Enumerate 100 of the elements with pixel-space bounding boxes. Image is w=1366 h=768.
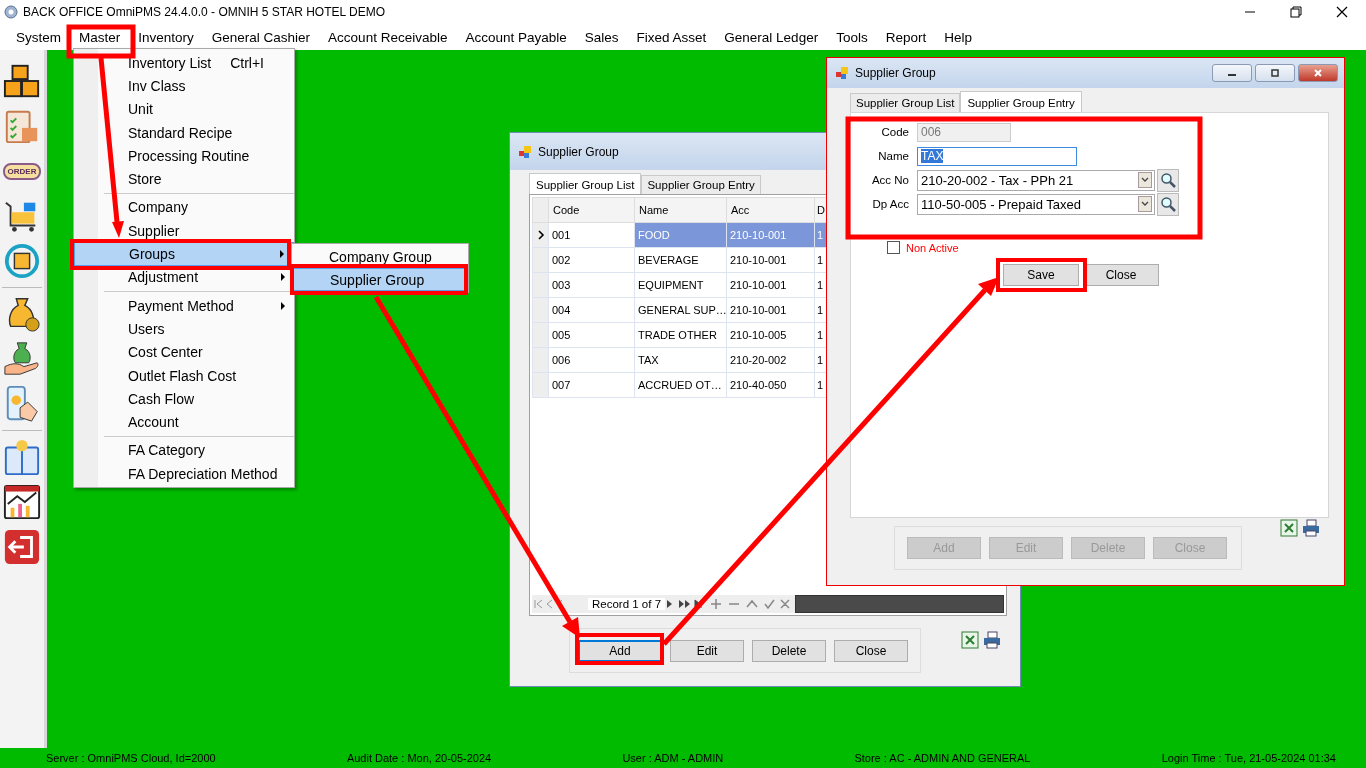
- menu-item[interactable]: Tools: [828, 27, 876, 47]
- menu-item[interactable]: FA Depreciation Method: [74, 462, 294, 486]
- dialog-button[interactable]: Close: [834, 640, 908, 662]
- table-cell: 007: [548, 372, 635, 398]
- tab[interactable]: Supplier Group List: [850, 93, 961, 112]
- ledger-book-icon[interactable]: [3, 438, 41, 476]
- table-cell: TRADE OTHER: [634, 322, 727, 348]
- menu-item[interactable]: Supplier: [74, 219, 294, 243]
- dialog-title: Supplier Group: [855, 66, 936, 80]
- menu-item[interactable]: Sales: [576, 27, 627, 47]
- menu-item[interactable]: Adjustment: [74, 265, 294, 289]
- search-button[interactable]: [1157, 192, 1179, 216]
- account-dropdown[interactable]: 110-50-005 - Prepaid Taxed: [917, 193, 1155, 215]
- menu-item[interactable]: Inv Class: [74, 74, 294, 98]
- maximize-icon: [1269, 69, 1281, 77]
- window-icon: [835, 66, 849, 80]
- record-counter: Record 1 of 7: [588, 598, 666, 610]
- spreadsheet-icon[interactable]: [1280, 519, 1298, 537]
- boxes-icon[interactable]: [3, 62, 41, 100]
- menu-item[interactable]: Inventory List Ctrl+I: [74, 51, 294, 75]
- restore-icon[interactable]: [1290, 6, 1302, 18]
- search-button[interactable]: [1157, 168, 1179, 192]
- printer-icon[interactable]: [1302, 519, 1320, 537]
- column-header[interactable]: Code: [548, 197, 635, 223]
- table-cell: GENERAL SUP…: [634, 297, 727, 323]
- field-label: Name: [877, 150, 909, 162]
- spreadsheet-icon[interactable]: [961, 630, 979, 649]
- menu-item[interactable]: General Ledger: [716, 27, 827, 47]
- table-cell: 210-40-050: [726, 372, 815, 398]
- menu-item[interactable]: Company: [74, 195, 294, 220]
- menu-item[interactable]: Help: [936, 27, 980, 47]
- menu-item[interactable]: System: [8, 27, 69, 47]
- menu-item[interactable]: Payment Method: [74, 293, 294, 318]
- dialog-button[interactable]: Edit: [670, 640, 744, 662]
- dialog-button[interactable]: Delete: [752, 640, 826, 662]
- status-text: Store : AC - ADMIN AND GENERAL: [854, 752, 1031, 764]
- menu-item[interactable]: Unit: [74, 97, 294, 121]
- menu-item[interactable]: Account Receivable: [320, 27, 456, 47]
- menu-item[interactable]: Account Payable: [457, 27, 575, 47]
- field-label: Dp Acc: [871, 198, 909, 210]
- menu-item[interactable]: Report: [877, 27, 935, 47]
- table-cell: 004: [548, 297, 635, 323]
- close-icon: [1312, 69, 1324, 77]
- table-cell: 210-10-001: [726, 222, 815, 248]
- column-header[interactable]: D: [814, 197, 826, 223]
- menu-item[interactable]: Users: [74, 317, 294, 341]
- hand-money-icon[interactable]: [3, 340, 41, 378]
- menu-item[interactable]: Account: [74, 410, 294, 434]
- printer-icon[interactable]: [983, 630, 1001, 649]
- line-chart-icon[interactable]: [3, 483, 41, 521]
- status-text: Login Time : Tue, 21-05-2024 01:34: [1161, 752, 1336, 764]
- menu-item[interactable]: Master: [71, 27, 129, 47]
- window-title: BACK OFFICE OmniPMS 24.4.0.0 - OMNIH 5 STAR HOTEL DEMO: [23, 5, 387, 19]
- exit-icon[interactable]: [3, 528, 41, 566]
- table-cell: 001: [548, 222, 635, 248]
- status-text: Server : OmniPMS Cloud, Id=2000: [46, 752, 216, 764]
- menu-item[interactable]: Company Group: [292, 245, 468, 268]
- dialog-button[interactable]: Save: [1003, 264, 1079, 286]
- close-icon[interactable]: [1336, 6, 1348, 18]
- row-indicator[interactable]: [532, 222, 549, 248]
- highlight-frame: [66, 24, 136, 59]
- field-label: Acc No: [870, 174, 909, 186]
- column-header[interactable]: Name: [634, 197, 727, 223]
- order-badge[interactable]: ORDER: [2, 162, 42, 180]
- menu-item[interactable]: Outlet Flash Cost: [74, 363, 294, 388]
- refresh-box-icon[interactable]: [3, 242, 41, 280]
- menu-item[interactable]: Inventory: [130, 27, 202, 47]
- column-header[interactable]: Acc: [726, 197, 815, 223]
- app-logo-icon: [4, 5, 18, 19]
- checkbox[interactable]: [887, 241, 900, 254]
- minimize-button[interactable]: [1212, 64, 1252, 82]
- tab[interactable]: Supplier Group List: [529, 173, 642, 194]
- table-cell: 002: [548, 247, 635, 273]
- menu-item[interactable]: Processing Routine: [74, 144, 294, 168]
- scroll-bar[interactable]: [795, 595, 1004, 613]
- table-cell: BEVERAGE: [634, 247, 727, 273]
- menu-item[interactable]: Standard Recipe: [74, 120, 294, 145]
- menu-item[interactable]: Store: [74, 167, 294, 191]
- menu-item[interactable]: FA Category: [74, 438, 294, 463]
- menu-item[interactable]: Cost Center: [74, 340, 294, 364]
- menu-item[interactable]: Cash Flow: [74, 387, 294, 411]
- name-field[interactable]: TAX: [917, 146, 1077, 166]
- tab[interactable]: Supplier Group Entry: [641, 175, 761, 194]
- table-cell: 210-20-002: [726, 347, 815, 373]
- table-cell: 003: [548, 272, 635, 298]
- close-button[interactable]: [1298, 64, 1338, 82]
- dialog-title: Supplier Group: [538, 144, 619, 159]
- table-cell: 210-10-001: [726, 247, 815, 273]
- table-cell: 210-10-001: [726, 297, 815, 323]
- table-cell: TAX: [634, 347, 727, 373]
- menu-item[interactable]: General Cashier: [203, 27, 319, 47]
- table-cell: 210-10-001: [726, 272, 815, 298]
- tab[interactable]: Supplier Group Entry: [960, 91, 1082, 112]
- maximize-button[interactable]: [1255, 64, 1295, 82]
- dialog-button[interactable]: Add: [578, 640, 662, 662]
- table-cell: 1: [814, 222, 826, 248]
- table-cell: ACCRUED OT…: [634, 372, 727, 398]
- menu-item[interactable]: Fixed Asset: [628, 27, 715, 47]
- account-dropdown[interactable]: 210-20-002 - Tax - PPh 21: [917, 169, 1155, 191]
- table-cell: FOOD: [634, 222, 727, 248]
